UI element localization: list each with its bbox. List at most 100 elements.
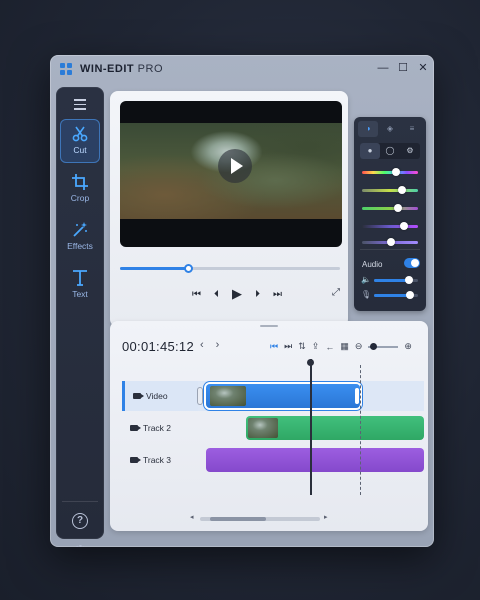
volume-slider[interactable] xyxy=(374,276,418,284)
split-icon[interactable]: ⇅ xyxy=(298,341,306,352)
in-out-marker xyxy=(360,365,361,495)
tool-cut[interactable]: Cut xyxy=(60,119,100,163)
app-logo-icon xyxy=(60,63,72,75)
microphone-icon: 🎙 xyxy=(361,290,372,299)
minimize-button[interactable]: — xyxy=(376,61,390,75)
tool-label: Text xyxy=(72,289,88,299)
mic-handle[interactable] xyxy=(406,291,415,299)
gear-mode[interactable]: ⚙ xyxy=(400,143,420,159)
tool-rail: Cut Crop Effects Text ? xyxy=(56,87,104,547)
preview-scrubber[interactable] xyxy=(120,264,340,273)
tool-crop[interactable]: Crop xyxy=(60,167,100,211)
scrubber-progress xyxy=(120,267,189,270)
tint-slider[interactable] xyxy=(362,222,418,230)
crop-icon xyxy=(72,174,88,190)
track-label-video[interactable]: Video xyxy=(122,381,198,411)
snapshot-icon[interactable]: ▦ xyxy=(340,341,349,352)
nav-forward-button[interactable]: › xyxy=(216,339,220,351)
nav-back-button[interactable]: ‹ xyxy=(200,339,204,351)
timecode: 00:01:45:12 xyxy=(122,339,194,354)
adjust-modes: ● ◯ ⚙ xyxy=(360,143,420,159)
track-name: Track 2 xyxy=(143,423,172,433)
track-label-track-3[interactable]: Track 3 xyxy=(122,445,198,475)
help-icon[interactable]: ? xyxy=(72,513,88,529)
tool-text[interactable]: Text xyxy=(60,263,100,307)
camera-icon xyxy=(133,393,144,399)
tab-audio[interactable]: ◈ xyxy=(380,121,400,137)
skip-forward-button[interactable]: ⏭ xyxy=(273,289,282,300)
color-wheel-mode[interactable]: ● xyxy=(360,143,380,159)
timeline-nav: ‹ › xyxy=(200,339,219,351)
volume-icon: 🔈 xyxy=(361,275,371,284)
jump-end-icon[interactable]: ⏭ xyxy=(284,341,292,352)
preview-panel: ⏮ ⏴ ▶ ⏵ ⏭ ⤢ xyxy=(110,91,348,327)
tab-settings[interactable]: ≡ xyxy=(402,121,422,137)
track-name: Track 3 xyxy=(143,455,172,465)
scroll-left-icon[interactable]: ◂ xyxy=(190,513,194,521)
clip-trim-left[interactable] xyxy=(198,388,202,404)
scrubber-handle[interactable] xyxy=(184,264,194,273)
app-title: WIN-EDIT PRO xyxy=(80,63,164,75)
transport-controls: ⏮ ⏴ ▶ ⏵ ⏭ xyxy=(192,286,282,302)
temperature-slider[interactable] xyxy=(362,204,418,212)
volume-handle[interactable] xyxy=(405,276,414,284)
export-icon[interactable]: ⇪ xyxy=(312,341,320,352)
clip-track-3[interactable] xyxy=(206,448,424,472)
title-bar: WIN-EDIT PRO — ☐ ✕ xyxy=(50,55,434,85)
undo-icon[interactable]: ← xyxy=(325,342,334,352)
zoom-slider[interactable] xyxy=(368,342,399,350)
circle-mode[interactable]: ◯ xyxy=(380,143,400,159)
tool-label: Effects xyxy=(67,241,93,251)
maximize-button[interactable]: ☐ xyxy=(396,61,410,75)
clip-track-2[interactable] xyxy=(246,416,424,440)
track-name: Video xyxy=(146,391,168,401)
timeline-panel: 00:01:45:12 ‹ › ⏮ ⏭ ⇅ ⇪ ← ▦ ⊖ ⊕ Video Tr… xyxy=(110,321,428,531)
play-overlay-icon[interactable] xyxy=(218,149,252,183)
exposure-handle[interactable] xyxy=(387,238,396,246)
next-frame-button[interactable]: ⏵ xyxy=(255,289,260,300)
scrollbar-thumb[interactable] xyxy=(210,517,266,521)
adjust-tabs: ◑ ◈ ≡ xyxy=(358,121,422,137)
track-label-track-2[interactable]: Track 2 xyxy=(122,413,198,443)
close-button[interactable]: ✕ xyxy=(416,61,430,75)
mic-fill xyxy=(374,294,411,297)
tool-label: Cut xyxy=(73,145,87,155)
camera-icon xyxy=(130,425,141,431)
menu-icon[interactable] xyxy=(74,99,86,113)
playhead[interactable] xyxy=(307,359,313,495)
zoom-out-icon[interactable]: ⊖ xyxy=(355,341,363,352)
saturation-handle[interactable] xyxy=(398,186,407,194)
clip-thumbnail xyxy=(210,386,246,406)
tab-color[interactable]: ◑ xyxy=(358,121,378,137)
hue-slider[interactable] xyxy=(362,168,418,176)
gear-icon[interactable] xyxy=(71,542,89,547)
zoom-in-icon[interactable]: ⊕ xyxy=(404,341,412,352)
clip-trim-right[interactable] xyxy=(355,388,359,404)
clip-video[interactable] xyxy=(198,384,360,408)
volume-fill xyxy=(374,279,410,282)
text-icon xyxy=(73,270,87,286)
fullscreen-icon[interactable]: ⤢ xyxy=(332,287,340,298)
tint-handle[interactable] xyxy=(400,222,408,230)
previous-frame-button[interactable]: ⏴ xyxy=(214,289,219,300)
scroll-right-icon[interactable]: ▸ xyxy=(324,513,328,521)
timeline-lanes xyxy=(198,359,424,507)
resize-grip[interactable] xyxy=(260,325,278,327)
mic-slider[interactable] xyxy=(374,291,418,299)
hue-handle[interactable] xyxy=(391,168,400,176)
skip-back-button[interactable]: ⏮ xyxy=(192,289,201,300)
horizontal-scrollbar[interactable] xyxy=(200,517,320,521)
play-button[interactable]: ▶ xyxy=(232,286,242,302)
saturation-slider[interactable] xyxy=(362,186,418,194)
magic-wand-icon xyxy=(73,222,87,237)
clip-thumbnail xyxy=(248,418,278,438)
scissors-icon xyxy=(72,126,88,142)
rail-divider xyxy=(62,501,98,502)
tool-effects[interactable]: Effects xyxy=(60,215,100,259)
exposure-slider[interactable] xyxy=(362,238,418,246)
temperature-handle[interactable] xyxy=(394,204,403,212)
zoom-handle[interactable] xyxy=(370,342,378,350)
audio-toggle[interactable] xyxy=(404,258,420,268)
video-preview[interactable] xyxy=(120,101,342,247)
jump-start-icon[interactable]: ⏮ xyxy=(270,341,278,352)
